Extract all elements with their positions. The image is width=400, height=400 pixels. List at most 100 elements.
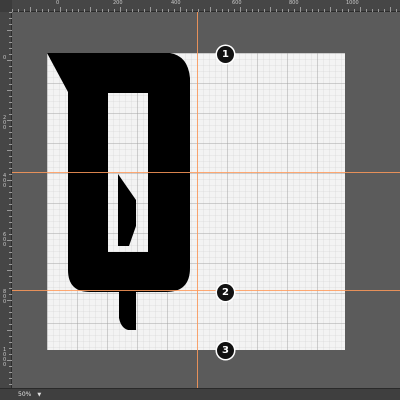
ruler-tick — [210, 7, 211, 12]
ruler-tick — [180, 7, 181, 12]
ruler-tick — [192, 9, 193, 12]
ruler-tick — [7, 210, 12, 211]
status-bar: 50% ▼ — [0, 388, 400, 400]
horizontal-ruler[interactable]: 0 200 400 600 800 1000 — [0, 0, 400, 12]
ruler-tick — [12, 9, 13, 12]
ruler-tick — [258, 9, 259, 12]
ruler-origin-corner[interactable] — [0, 0, 12, 12]
ruler-tick — [9, 348, 12, 349]
ruler-tick — [102, 9, 103, 12]
ruler-tick — [222, 9, 223, 12]
vertical-guide-1[interactable] — [197, 12, 198, 388]
marker-1: 1 — [217, 46, 234, 63]
ruler-label-x-200: 200 — [113, 0, 123, 6]
zoom-select[interactable]: 50% ▼ — [14, 390, 47, 399]
ruler-tick — [18, 9, 19, 12]
ruler-tick — [9, 192, 12, 193]
ruler-tick — [132, 9, 133, 12]
ruler-tick — [60, 7, 61, 12]
ruler-tick — [9, 222, 12, 223]
ruler-tick — [234, 9, 235, 12]
ruler-tick — [9, 96, 12, 97]
ruler-tick — [9, 162, 12, 163]
ruler-tick — [198, 9, 199, 12]
ruler-label-x-800: 800 — [289, 0, 299, 6]
ruler-tick — [288, 9, 289, 12]
ruler-tick — [7, 60, 12, 61]
ruler-label-y-1000: 1000 — [3, 347, 7, 368]
horizontal-guide-1[interactable] — [12, 172, 400, 173]
glyph-outline[interactable] — [47, 53, 345, 350]
ruler-tick — [144, 9, 145, 12]
ruler-tick — [7, 270, 12, 271]
design-app-window: 0 200 400 600 800 1000 0 200 400 600 800… — [0, 0, 400, 400]
ruler-tick — [9, 342, 12, 343]
marker-2: 2 — [217, 284, 234, 301]
glyph-tail — [119, 290, 136, 330]
ruler-label-x-1000: 1000 — [346, 0, 359, 6]
ruler-tick — [9, 36, 12, 37]
ruler-tick — [330, 7, 331, 12]
ruler-tick — [150, 7, 151, 12]
vertical-ruler[interactable]: 0 200 400 600 800 1000 — [0, 0, 12, 400]
ruler-tick — [9, 354, 12, 355]
ruler-tick — [9, 18, 12, 19]
ruler-tick — [360, 7, 361, 12]
ruler-tick — [9, 198, 12, 199]
ruler-tick — [9, 264, 12, 265]
ruler-tick — [54, 9, 55, 12]
ruler-tick — [384, 9, 385, 12]
ruler-tick — [90, 7, 91, 12]
ruler-tick — [9, 294, 12, 295]
horizontal-guide-2[interactable] — [12, 290, 400, 291]
ruler-tick — [66, 9, 67, 12]
ruler-label-y-400: 400 — [3, 173, 7, 189]
ruler-tick — [78, 9, 79, 12]
ruler-tick — [36, 9, 37, 12]
ruler-tick — [354, 9, 355, 12]
ruler-tick — [9, 186, 12, 187]
ruler-tick — [318, 9, 319, 12]
ruler-tick — [156, 9, 157, 12]
ruler-tick — [390, 7, 391, 12]
ruler-tick — [9, 324, 12, 325]
ruler-label-y-200: 200 — [3, 115, 7, 131]
ruler-tick — [9, 48, 12, 49]
ruler-tick — [9, 204, 12, 205]
ruler-tick — [7, 90, 12, 91]
ruler-tick — [9, 282, 12, 283]
chevron-down-icon: ▼ — [37, 392, 42, 398]
ruler-tick — [372, 9, 373, 12]
ruler-tick — [162, 9, 163, 12]
ruler-tick — [84, 9, 85, 12]
ruler-tick — [300, 7, 301, 12]
ruler-tick — [9, 246, 12, 247]
ruler-tick — [7, 150, 12, 151]
artboard-canvas[interactable] — [47, 53, 345, 350]
ruler-tick — [348, 9, 349, 12]
ruler-tick — [9, 42, 12, 43]
ruler-tick — [9, 54, 12, 55]
ruler-tick — [240, 7, 241, 12]
ruler-label-x-0: 0 — [56, 0, 60, 6]
ruler-tick — [42, 9, 43, 12]
ruler-tick — [7, 180, 12, 181]
ruler-tick — [324, 9, 325, 12]
marker-3: 3 — [217, 342, 234, 359]
ruler-tick — [9, 108, 12, 109]
ruler-tick — [9, 12, 12, 13]
ruler-label-x-400: 400 — [171, 0, 181, 6]
ruler-tick — [9, 258, 12, 259]
ruler-tick — [264, 9, 265, 12]
ruler-tick — [9, 78, 12, 79]
ruler-tick — [108, 9, 109, 12]
ruler-tick — [9, 276, 12, 277]
ruler-tick — [9, 114, 12, 115]
ruler-tick — [9, 216, 12, 217]
ruler-tick — [282, 9, 283, 12]
ruler-tick — [9, 306, 12, 307]
ruler-label-x-600: 600 — [232, 0, 242, 6]
ruler-tick — [9, 366, 12, 367]
ruler-tick — [126, 9, 127, 12]
ruler-tick — [9, 156, 12, 157]
